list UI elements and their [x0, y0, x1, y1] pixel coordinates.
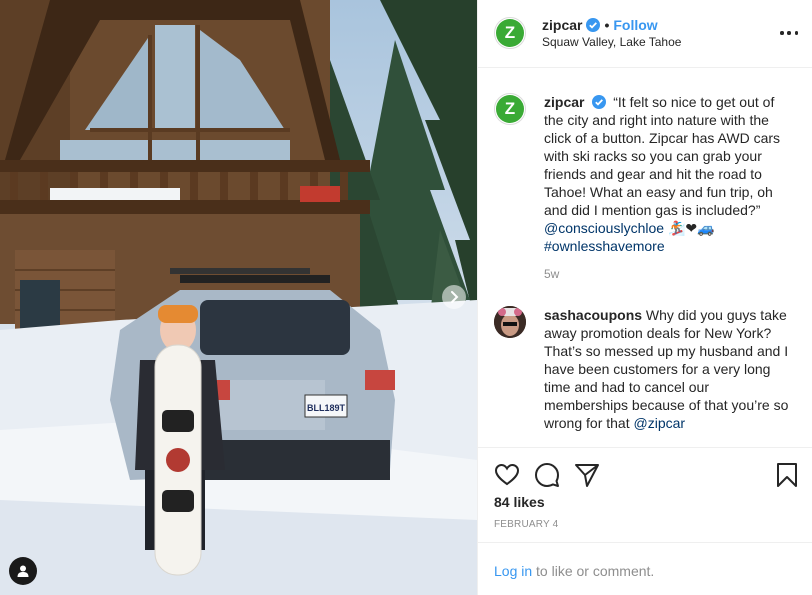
verified-badge-icon — [586, 18, 601, 32]
post-header: Z zipcar • Follow Squaw Valley, Lake Tah… — [478, 0, 812, 68]
comment-icon[interactable] — [534, 462, 560, 488]
comment-mention-link[interactable]: @zipcar — [634, 415, 686, 431]
log-in-link[interactable]: Log in — [494, 563, 532, 579]
share-icon[interactable] — [574, 462, 600, 488]
location-link[interactable]: Squaw Valley, Lake Tahoe — [542, 35, 681, 49]
mention-link[interactable]: @consciouslychloe — [544, 220, 664, 236]
caption-body: zipcar “It felt so nice to get out of th… — [544, 93, 794, 283]
comment-username[interactable]: sashacoupons — [544, 307, 642, 323]
user-icon — [17, 565, 29, 577]
post-photo-illustration — [0, 0, 477, 595]
heart-icon[interactable] — [494, 462, 520, 488]
sashacoupons-avatar[interactable] — [494, 306, 526, 338]
avatar-letter: Z — [496, 19, 524, 47]
zipcar-avatar[interactable]: Z — [494, 17, 526, 49]
avatar-image — [494, 306, 526, 338]
bookmark-icon[interactable] — [774, 462, 800, 488]
more-options-icon[interactable] — [780, 26, 798, 40]
post-date[interactable]: FEBRUARY 4 — [494, 519, 558, 530]
login-prompt: Log in to like or comment. — [478, 542, 812, 595]
next-photo-button[interactable] — [442, 285, 466, 309]
hashtag-link[interactable]: #ownlesshavemore — [544, 238, 665, 254]
caption-emoji: 🏂❤🚙 — [667, 220, 715, 236]
caption-text: “It felt so nice to get out of the city … — [544, 94, 781, 218]
zipcar-avatar[interactable]: Z — [494, 93, 526, 125]
post-photo[interactable] — [0, 0, 477, 595]
likes-count[interactable]: 84 likes — [494, 494, 545, 510]
verified-badge-icon — [592, 95, 607, 109]
action-bar: 84 likes FEBRUARY 4 — [478, 447, 812, 542]
tagged-users-button[interactable] — [9, 557, 37, 585]
header-username[interactable]: zipcar — [542, 17, 582, 33]
login-prompt-text: to like or comment. — [536, 563, 655, 579]
caption-username[interactable]: zipcar — [544, 94, 584, 110]
follow-button[interactable]: Follow — [613, 17, 657, 33]
caption-time[interactable]: 5w — [544, 265, 794, 283]
separator-dot: • — [604, 17, 610, 33]
comments-list[interactable]: Z zipcar “It felt so nice to get out of … — [478, 69, 812, 447]
comment-body: sashacoupons Why did you guys take away … — [544, 306, 794, 432]
avatar-letter: Z — [496, 95, 524, 123]
chevron-right-icon — [451, 291, 459, 303]
post-details-pane: Z zipcar • Follow Squaw Valley, Lake Tah… — [477, 0, 812, 595]
comment-text: Why did you guys take away promotion dea… — [544, 307, 789, 431]
